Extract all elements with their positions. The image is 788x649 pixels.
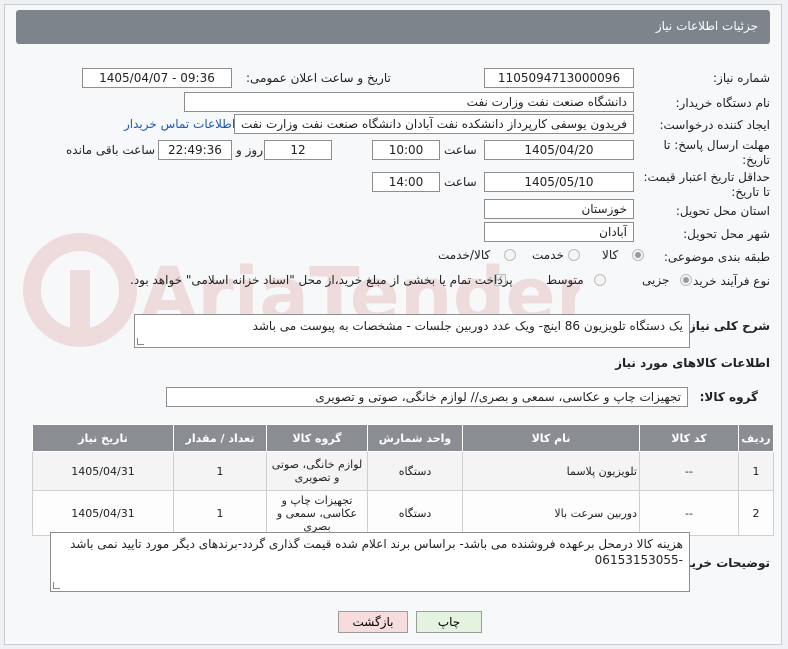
province-label: استان محل تحویل: <box>675 204 770 218</box>
category-label: طبقه بندی موضوعی: <box>663 250 770 264</box>
goods-group-label: گروه کالا: <box>699 390 758 404</box>
reply-date-field: 1405/04/20 <box>484 140 634 160</box>
col-header-quantity: تعداد / مقدار <box>173 424 267 452</box>
validity-hour-label: ساعت <box>444 175 477 189</box>
process-radio-minor[interactable] <box>680 274 692 286</box>
resize-handle-icon[interactable] <box>53 582 60 589</box>
col-header-item-group: گروه کالا <box>266 424 368 452</box>
buyer-notes-textarea[interactable]: هزینه کالا درمحل برعهده فروشنده می باشد-… <box>50 532 690 592</box>
cell-quantity: 1 <box>173 490 267 536</box>
description-textarea[interactable]: یک دستگاه تلویزیون 86 اینچ- ویک عدد دورب… <box>134 314 690 348</box>
description-text: یک دستگاه تلویزیون 86 اینچ- ویک عدد دورب… <box>252 319 683 333</box>
contact-buyer-link[interactable]: اطلاعات تماس خریدار <box>124 117 235 131</box>
page-title: جزئیات اطلاعات نیاز <box>655 19 758 33</box>
validity-time-field: 14:00 <box>372 172 440 192</box>
process-radio-medium[interactable] <box>594 274 606 286</box>
validity-date-field: 1405/05/10 <box>484 172 634 192</box>
reply-deadline-label: مهلت ارسال پاسخ: تا تاریخ: <box>663 138 770 167</box>
cell-unit: دستگاه <box>367 490 463 536</box>
category-radio-goods[interactable] <box>632 249 644 261</box>
price-validity-label: حداقل تاریخ اعتبار قیمت: تا تاریخ: <box>643 170 770 199</box>
treasury-payment-note: پرداخت تمام یا بخشی از مبلغ خرید،از محل … <box>130 273 513 287</box>
city-field: آبادان <box>484 222 634 242</box>
cell-quantity: 1 <box>173 451 267 491</box>
goods-group-field: تجهیزات چاپ و عکاسی، سمعی و بصری// لوازم… <box>166 387 688 407</box>
cell-item-code: -- <box>639 451 739 491</box>
cell-need-date: 1405/04/31 <box>32 451 174 491</box>
resize-handle-icon[interactable] <box>137 338 144 345</box>
reply-hour-label: ساعت <box>444 143 477 157</box>
back-button[interactable]: بازگشت <box>338 611 408 633</box>
goods-info-heading: اطلاعات کالاهای مورد نیاز <box>615 356 770 370</box>
cell-need-date: 1405/04/31 <box>32 490 174 536</box>
process-option-minor: جزیی <box>642 273 670 287</box>
cell-unit: دستگاه <box>367 451 463 491</box>
category-radio-service[interactable] <box>568 249 580 261</box>
category-option-service: خدمت <box>532 248 564 262</box>
buyer-org-field: دانشگاه صنعت نفت وزارت نفت <box>184 92 634 112</box>
description-label: شرح کلی نیاز: <box>684 319 770 333</box>
requester-field: فریدون یوسفی کارپرداز دانشکده نفت آبادان… <box>234 114 634 134</box>
table-row: 2 -- دوربین سرعت بالا دستگاه تجهیزات چاپ… <box>32 490 774 536</box>
remaining-label: ساعت باقی مانده <box>66 143 156 157</box>
col-header-need-date: تاریخ نیاز <box>32 424 174 452</box>
city-label: شهر محل تحویل: <box>683 227 770 241</box>
process-option-medium: متوسط <box>546 273 584 287</box>
days-label: روز و <box>236 143 263 157</box>
province-field: خوزستان <box>484 199 634 219</box>
header-bar: جزئیات اطلاعات نیاز <box>16 10 770 44</box>
col-header-row-number: ردیف <box>738 424 774 452</box>
category-option-goods: کالا <box>602 248 619 262</box>
requester-label: ایجاد کننده درخواست: <box>659 118 770 132</box>
process-type-label: نوع فرآیند خرید : <box>685 274 770 288</box>
cell-item-group: تجهیزات چاپ و عکاسی، سمعی و بصری <box>266 490 368 536</box>
cell-item-name: تلویزیون پلاسما <box>462 451 640 491</box>
announce-datetime-label: تاریخ و ساعت اعلان عمومی: <box>246 71 391 85</box>
print-button[interactable]: چاپ <box>416 611 482 633</box>
need-number-label: شماره نیاز: <box>713 71 770 85</box>
table-row: 1 -- تلویزیون پلاسما دستگاه لوازم خانگی،… <box>32 451 774 491</box>
cell-item-group: لوازم خانگی، صوتی و تصویری <box>266 451 368 491</box>
items-table: ردیف کد کالا نام کالا واحد شمارش گروه کا… <box>32 424 774 536</box>
col-header-unit: واحد شمارش <box>367 424 463 452</box>
time-left-field: 22:49:36 <box>158 140 232 160</box>
cell-item-name: دوربین سرعت بالا <box>462 490 640 536</box>
buyer-org-label: نام دستگاه خریدار: <box>675 96 771 110</box>
buyer-notes-text: هزینه کالا درمحل برعهده فروشنده می باشد-… <box>70 537 683 567</box>
cell-row-number: 1 <box>738 451 774 491</box>
need-number-field: 1105094713000096 <box>484 68 634 88</box>
cell-item-code: -- <box>639 490 739 536</box>
reply-time-field: 10:00 <box>372 140 440 160</box>
cell-row-number: 2 <box>738 490 774 536</box>
col-header-item-code: کد کالا <box>639 424 739 452</box>
table-header-row: ردیف کد کالا نام کالا واحد شمارش گروه کا… <box>32 424 774 452</box>
category-option-goods-service: کالا/خدمت <box>438 248 491 262</box>
col-header-item-name: نام کالا <box>462 424 640 452</box>
category-radio-goods-service[interactable] <box>504 249 516 261</box>
days-left-field: 12 <box>264 140 332 160</box>
announce-datetime-field: 1405/04/07 - 09:36 <box>82 68 232 88</box>
